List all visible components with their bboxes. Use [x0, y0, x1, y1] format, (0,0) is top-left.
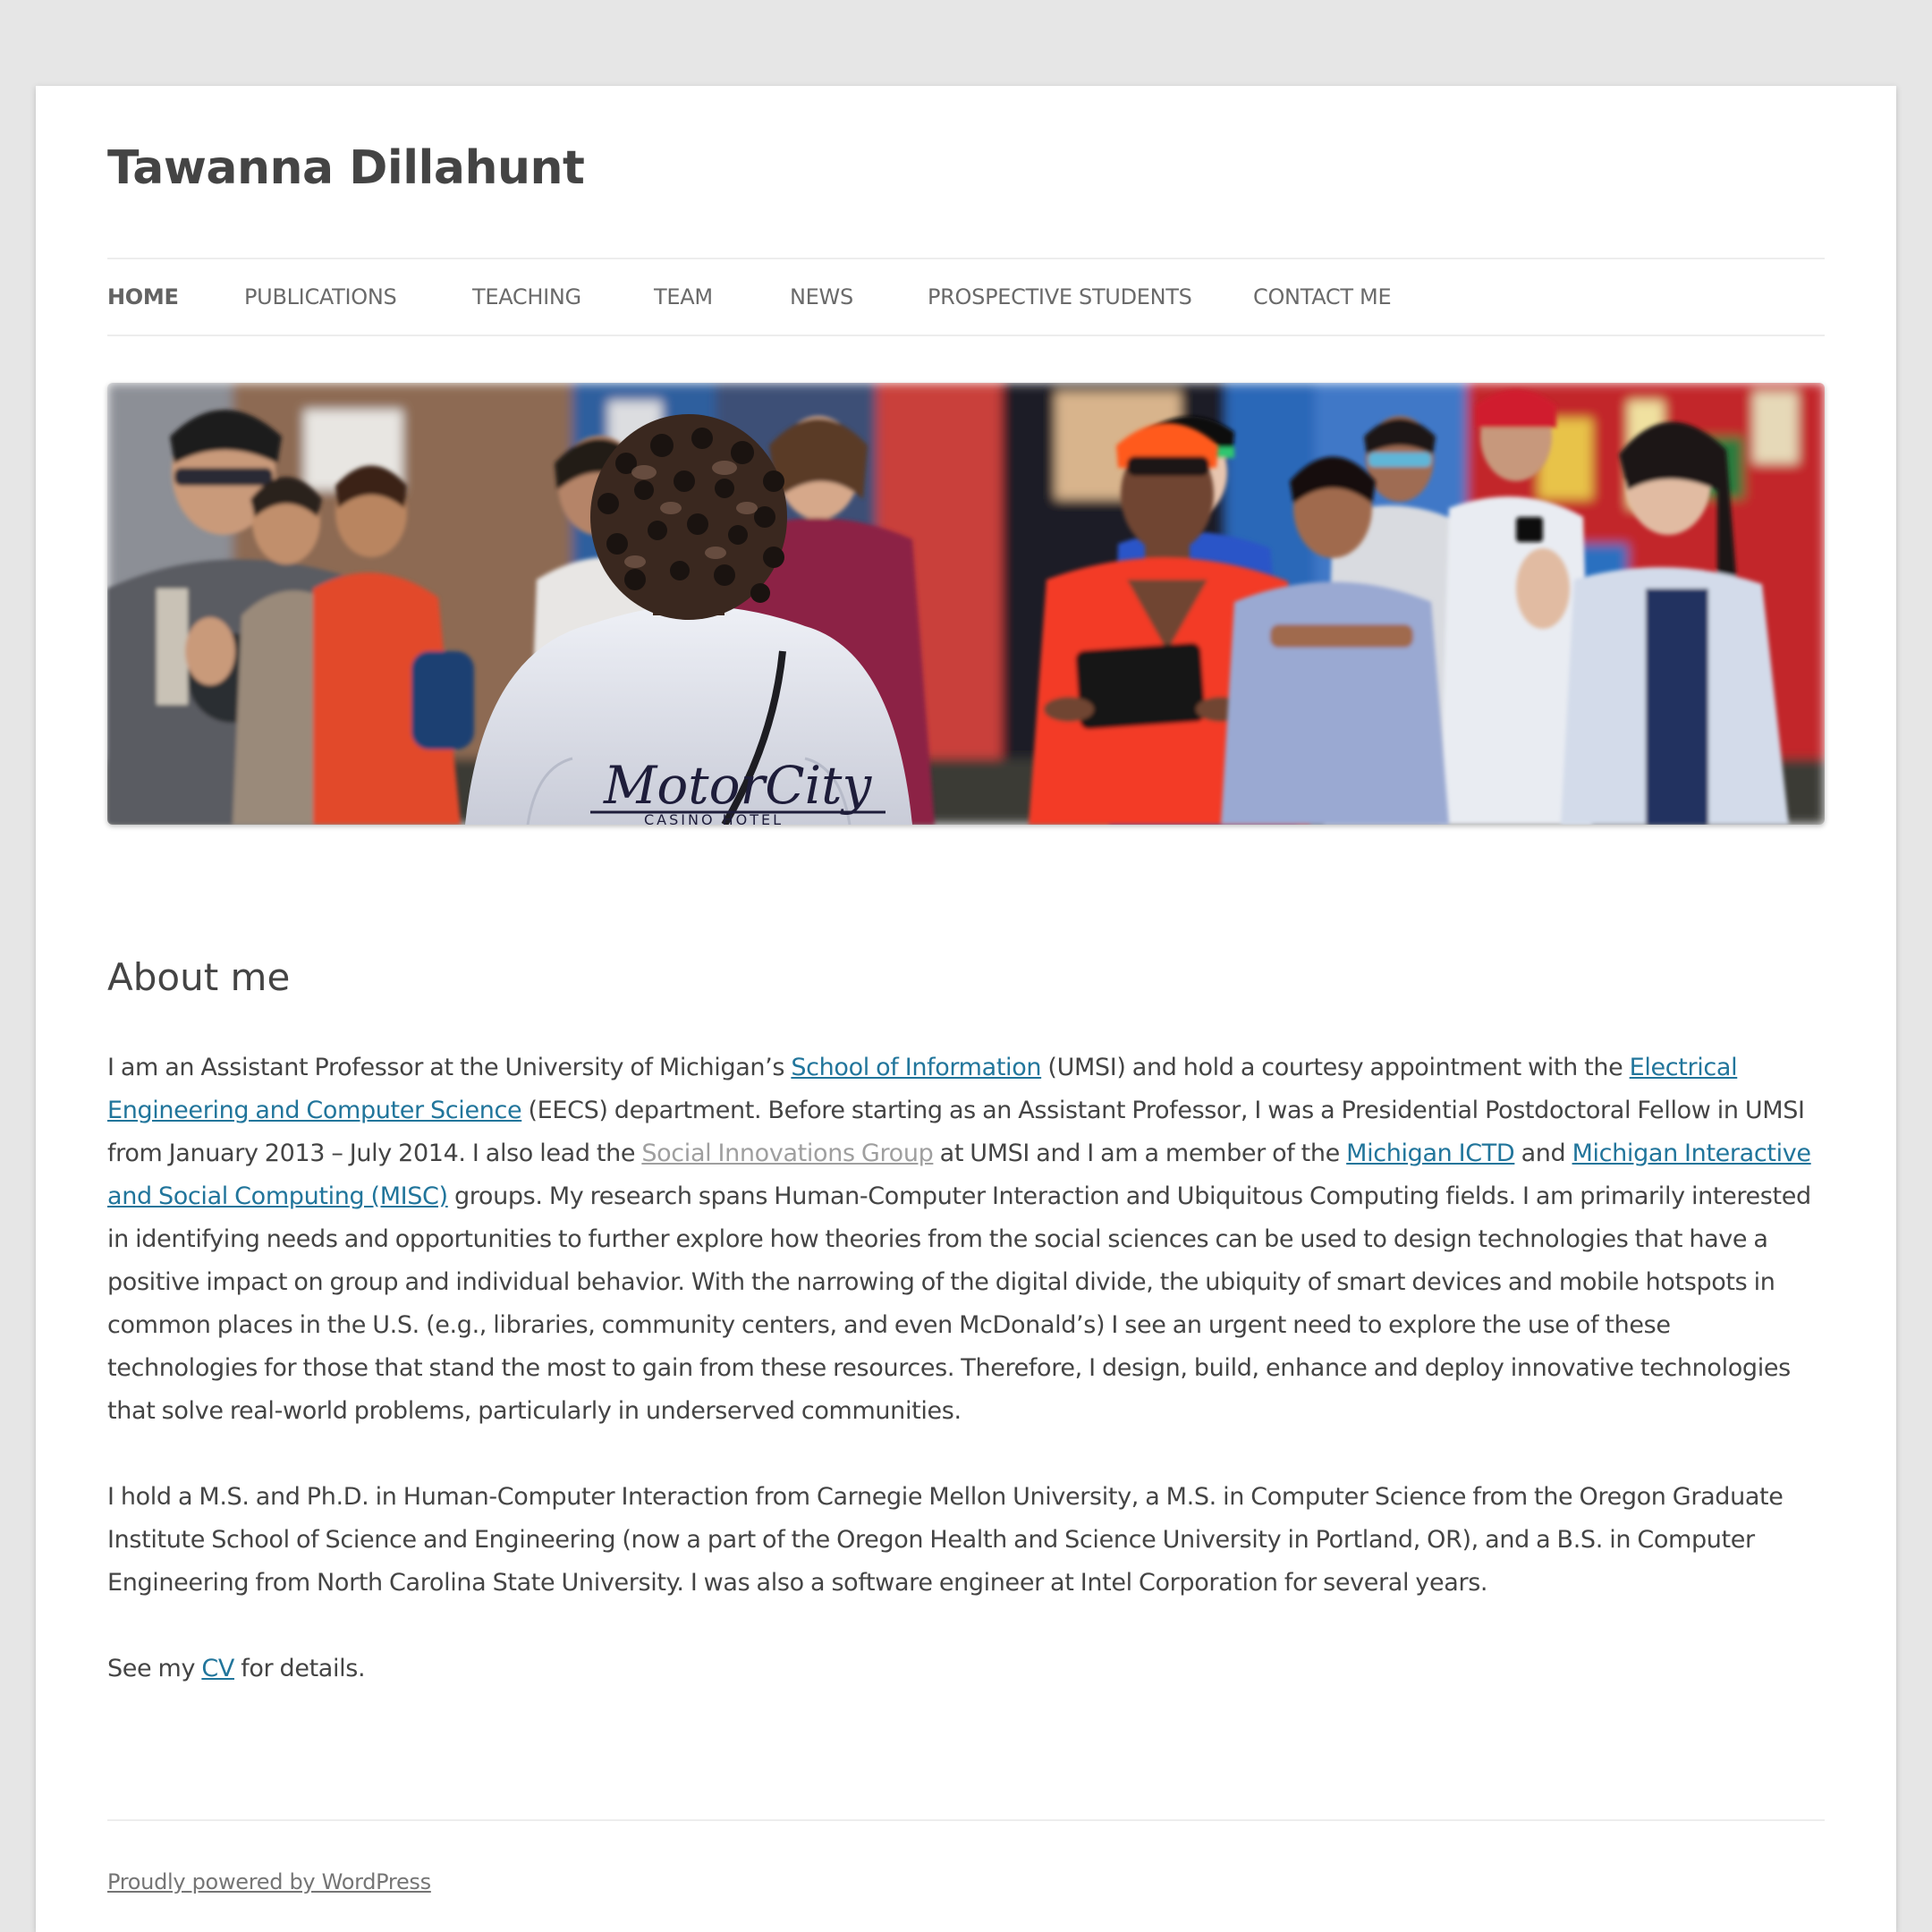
text-span: See my	[107, 1655, 202, 1682]
nav-item-publications[interactable]: Publications	[244, 259, 397, 335]
site-title[interactable]: Tawanna Dillahunt	[107, 141, 585, 195]
about-paragraph-2: I hold a M.S. and Ph.D. in Human-Compute…	[107, 1483, 1784, 1597]
nav-item-contact-me[interactable]: Contact Me	[1253, 259, 1392, 335]
about-paragraph-3: See my CV for details.	[107, 1648, 1825, 1690]
site-footer: Proudly powered by WordPress	[107, 1819, 1825, 1894]
page-title: About me	[107, 955, 291, 999]
text-span: (UMSI) and hold a courtesy appointment w…	[1041, 1054, 1630, 1081]
text-span: at UMSI and I am a member of the	[933, 1140, 1347, 1167]
wordpress-credit-link[interactable]: Proudly powered by WordPress	[107, 1869, 431, 1894]
nav-item-home[interactable]: Home	[107, 259, 179, 335]
link-school-of-information[interactable]: School of Information	[791, 1054, 1041, 1081]
nav-item-teaching[interactable]: Teaching	[472, 259, 581, 335]
main-navigation: Home Publications Teaching Team News Pro…	[107, 258, 1825, 336]
text-span: groups. My research spans Human-Computer…	[107, 1182, 1811, 1425]
nav-item-team[interactable]: Team	[654, 259, 713, 335]
entry-content: I am an Assistant Professor at the Unive…	[107, 1046, 1825, 1733]
text-span: I am an Assistant Professor at the Unive…	[107, 1054, 792, 1081]
text-span: for details.	[233, 1655, 366, 1682]
page-container: Tawanna Dillahunt Home Publications Teac…	[36, 86, 1896, 1932]
about-paragraph-1: I am an Assistant Professor at the Unive…	[107, 1046, 1825, 1433]
header-image: MotorCity CASINO HOTEL	[107, 383, 1825, 825]
shirt-logo-text: MotorCity	[603, 755, 872, 816]
link-cv[interactable]: CV	[201, 1655, 234, 1682]
nav-item-prospective-students[interactable]: Prospective Students	[928, 259, 1192, 335]
text-span: and	[1514, 1140, 1572, 1167]
nav-item-news[interactable]: News	[790, 259, 853, 335]
link-social-innovations-group[interactable]: Social Innovations Group	[641, 1140, 933, 1167]
link-michigan-ictd[interactable]: Michigan ICTD	[1346, 1140, 1515, 1167]
shirt-logo-subtext: CASINO HOTEL	[644, 811, 784, 825]
